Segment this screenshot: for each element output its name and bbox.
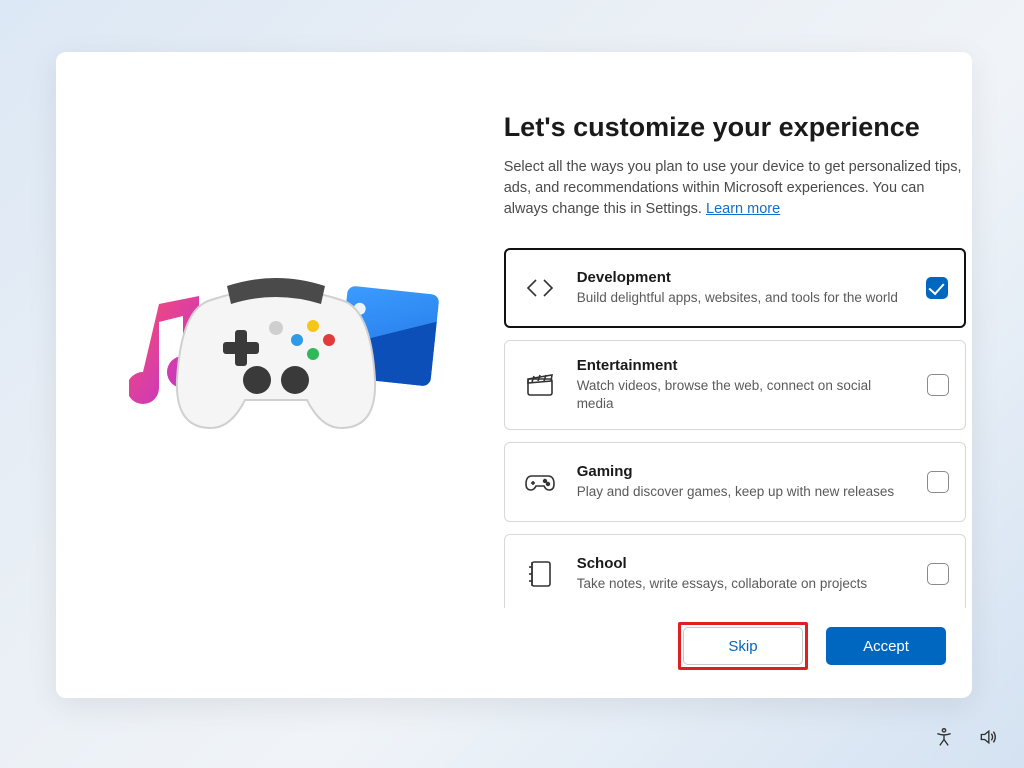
volume-icon[interactable] bbox=[978, 727, 998, 752]
accessibility-icon[interactable] bbox=[934, 727, 954, 752]
oobe-window: Let's customize your experience Select a… bbox=[56, 52, 972, 698]
option-checkbox[interactable] bbox=[927, 471, 949, 493]
system-tray bbox=[934, 727, 998, 752]
page-title: Let's customize your experience bbox=[504, 112, 966, 143]
gamepad-icon bbox=[523, 465, 557, 499]
page-subtitle: Select all the ways you plan to use your… bbox=[504, 157, 966, 220]
accept-button[interactable]: Accept bbox=[826, 627, 946, 665]
illustration-pane bbox=[56, 52, 496, 698]
option-entertainment[interactable]: Entertainment Watch videos, browse the w… bbox=[504, 340, 966, 430]
option-title: Development bbox=[577, 269, 903, 286]
skip-highlight: Skip bbox=[678, 622, 808, 670]
skip-button[interactable]: Skip bbox=[683, 627, 803, 665]
option-checkbox[interactable] bbox=[927, 374, 949, 396]
footer-actions: Skip Accept bbox=[496, 608, 968, 674]
option-development[interactable]: Development Build delightful apps, websi… bbox=[504, 248, 966, 328]
content-pane: Let's customize your experience Select a… bbox=[496, 52, 972, 698]
clapperboard-icon bbox=[523, 368, 557, 402]
option-title: School bbox=[577, 555, 903, 572]
option-desc: Take notes, write essays, collaborate on… bbox=[577, 575, 903, 593]
option-school[interactable]: School Take notes, write essays, collabo… bbox=[504, 534, 966, 608]
option-desc: Watch videos, browse the web, connect on… bbox=[577, 377, 903, 413]
option-title: Gaming bbox=[577, 463, 903, 480]
option-desc: Build delightful apps, websites, and too… bbox=[577, 289, 903, 307]
game-controller-icon bbox=[171, 270, 381, 440]
content-scroll[interactable]: Let's customize your experience Select a… bbox=[496, 112, 968, 608]
notebook-icon bbox=[523, 557, 557, 591]
learn-more-link[interactable]: Learn more bbox=[706, 201, 780, 217]
option-desc: Play and discover games, keep up with ne… bbox=[577, 483, 903, 501]
usage-options: Development Build delightful apps, websi… bbox=[504, 248, 966, 608]
option-checkbox[interactable] bbox=[926, 277, 948, 299]
option-checkbox[interactable] bbox=[927, 563, 949, 585]
option-title: Entertainment bbox=[577, 357, 903, 374]
usage-illustration bbox=[121, 270, 431, 480]
code-icon bbox=[523, 271, 557, 305]
option-gaming[interactable]: Gaming Play and discover games, keep up … bbox=[504, 442, 966, 522]
